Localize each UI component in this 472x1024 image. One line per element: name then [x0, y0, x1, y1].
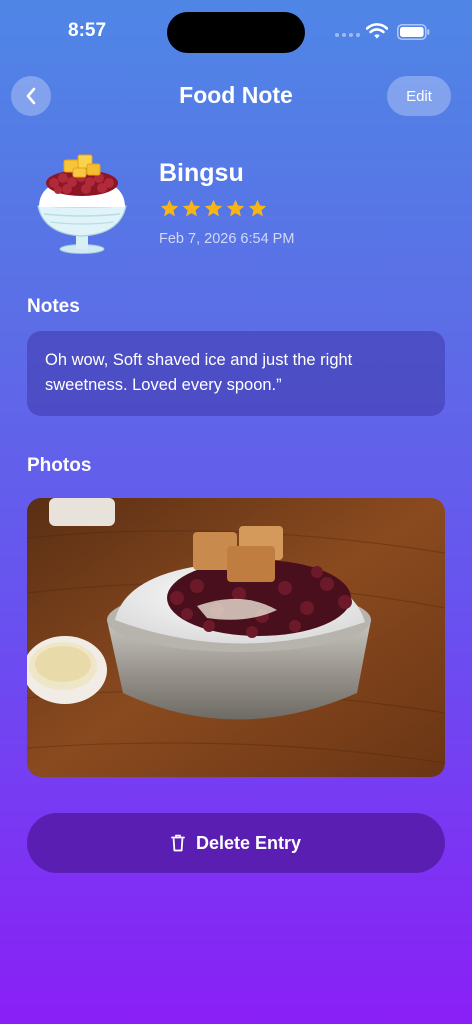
cellular-signal-icon: [335, 33, 360, 37]
edit-button[interactable]: Edit: [387, 76, 451, 116]
notes-card: Oh wow, Soft shaved ice and just the rig…: [27, 331, 445, 416]
star-filled-icon: [248, 199, 267, 217]
trash-icon: [171, 834, 185, 852]
status-time: 8:57: [68, 20, 107, 41]
entry-timestamp: Feb 7, 2026 6:54 PM: [159, 231, 295, 247]
star-filled-icon: [160, 199, 179, 217]
star-rating: [159, 198, 268, 219]
dynamic-island: [167, 12, 305, 53]
star-filled-icon: [204, 199, 223, 217]
battery-icon: [397, 24, 430, 40]
status-bar: 8:57: [0, 0, 472, 60]
food-photo[interactable]: [27, 498, 445, 777]
notes-text: Oh wow, Soft shaved ice and just the rig…: [45, 351, 353, 394]
delete-entry-button[interactable]: Delete Entry: [27, 813, 445, 873]
notes-section-title: Notes: [27, 296, 80, 317]
delete-entry-label: Delete Entry: [195, 832, 302, 853]
food-name: Bingsu: [159, 159, 244, 187]
star-filled-icon: [182, 199, 201, 217]
photos-section-title: Photos: [27, 455, 92, 476]
wifi-icon: [366, 23, 388, 39]
star-filled-icon: [226, 199, 245, 217]
shaved-ice-icon: [37, 154, 127, 254]
